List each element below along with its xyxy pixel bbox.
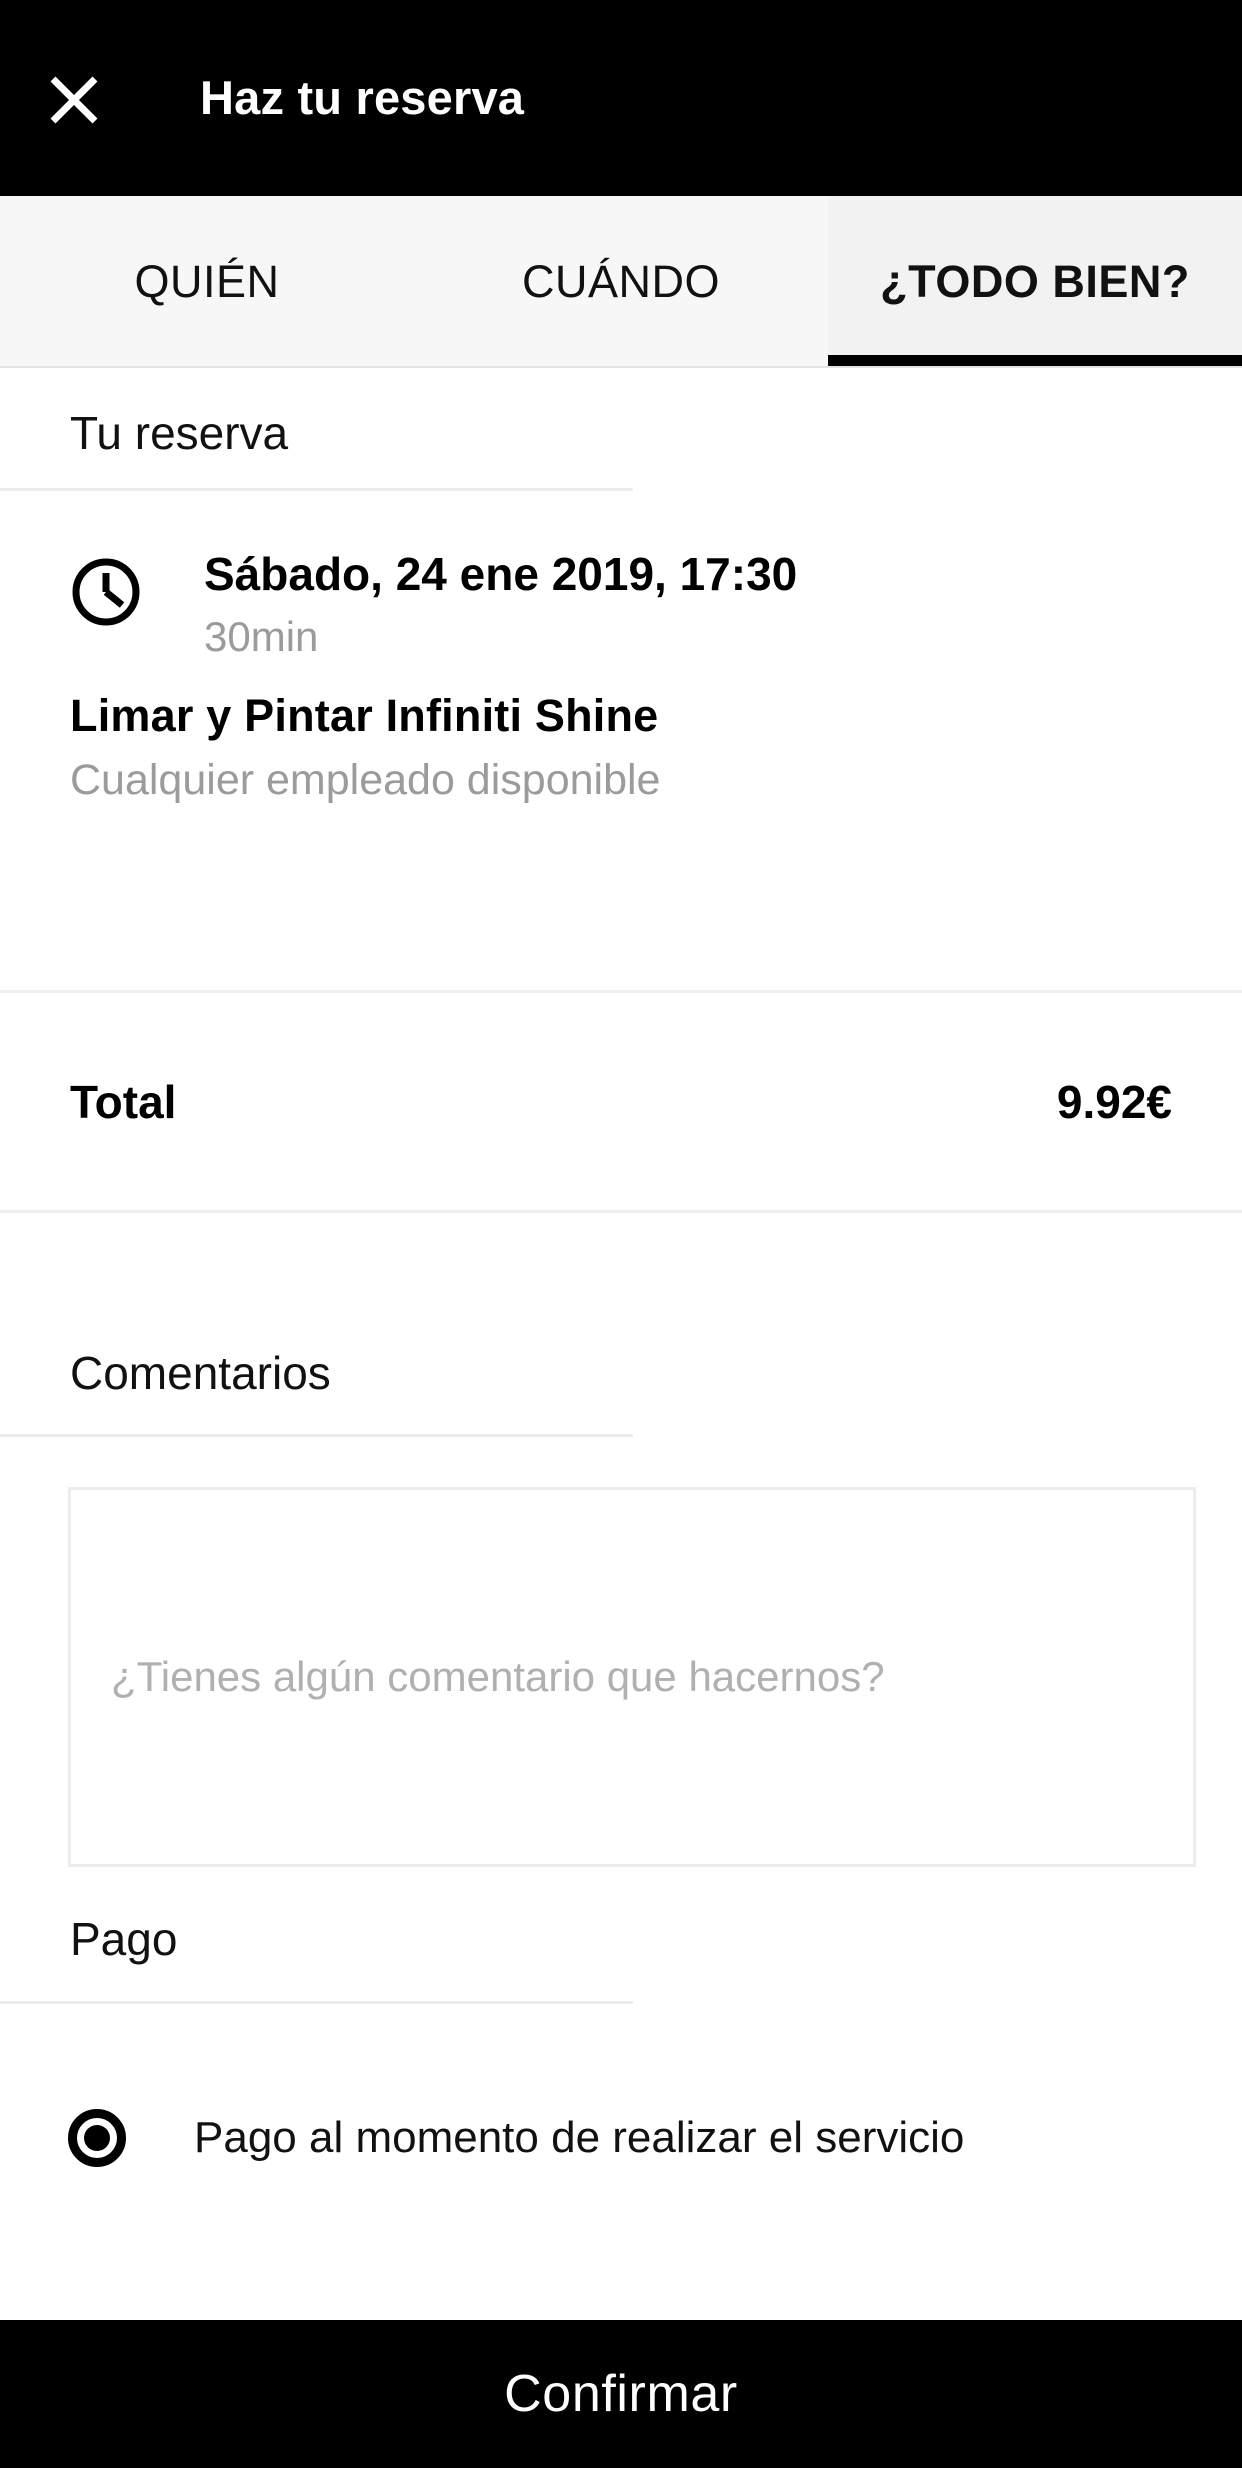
booking-time-row: Sábado, 24 ene 2019, 17:30 30min <box>0 546 1242 664</box>
total-label: Total <box>70 1075 177 1128</box>
booking-confirm-screen: Haz tu reserva QUIÉN CUÁNDO ¿TODO BIEN? … <box>0 0 1242 2468</box>
tu-reserva-divider <box>0 488 633 491</box>
tab-todo-bien[interactable]: ¿TODO BIEN? <box>828 196 1242 368</box>
tab-cuando[interactable]: CUÁNDO <box>414 196 828 368</box>
confirm-button[interactable]: Confirmar <box>0 2320 1242 2468</box>
tu-reserva-header: Tu reserva <box>0 368 1242 472</box>
tab-quien[interactable]: QUIÉN <box>0 196 414 368</box>
comentarios-title: Comentarios <box>70 1347 331 1399</box>
comment-input[interactable]: ¿Tienes algún comentario que hacernos? <box>68 1487 1196 1867</box>
tab-todo-bien-label: ¿TODO BIEN? <box>880 256 1190 307</box>
service-block: Limar y Pintar Infiniti Shine Cualquier … <box>70 688 1170 808</box>
close-icon[interactable] <box>48 74 100 126</box>
app-bar: Haz tu reserva <box>0 0 1242 196</box>
booking-summary-scroll[interactable]: Tu reserva Sábado, 24 ene 2019, 17:30 30… <box>0 368 1242 2320</box>
total-row: Total 9.92€ <box>0 993 1242 1210</box>
service-staff: Cualquier empleado disponible <box>70 756 661 804</box>
comentarios-divider <box>0 1434 633 1437</box>
radio-selected-icon[interactable] <box>68 2109 126 2167</box>
page-title: Haz tu reserva <box>200 71 525 124</box>
booking-datetime: Sábado, 24 ene 2019, 17:30 <box>204 548 798 600</box>
payment-option-on-site[interactable]: Pago al momento de realizar el servicio <box>0 2068 1242 2208</box>
pago-title: Pago <box>70 1913 178 1965</box>
pago-divider <box>0 2001 633 2004</box>
tu-reserva-title: Tu reserva <box>70 407 289 459</box>
payment-option-label: Pago al momento de realizar el servicio <box>194 2113 965 2162</box>
clock-icon <box>70 556 142 628</box>
booking-time-text: Sábado, 24 ene 2019, 17:30 30min <box>204 546 797 664</box>
booking-duration: 30min <box>204 613 319 660</box>
confirm-button-label: Confirmar <box>504 2365 738 2423</box>
service-name: Limar y Pintar Infiniti Shine <box>70 690 659 741</box>
total-value: 9.92€ <box>1056 1075 1172 1128</box>
comentarios-header: Comentarios <box>0 1308 1242 1438</box>
tab-bar: QUIÉN CUÁNDO ¿TODO BIEN? <box>0 196 1242 368</box>
tab-quien-label: QUIÉN <box>134 256 280 307</box>
total-divider-bottom <box>0 1210 1242 1213</box>
comment-placeholder: ¿Tienes algún comentario que hacernos? <box>111 1653 885 1700</box>
pago-header: Pago <box>0 1876 1242 2002</box>
tab-cuando-label: CUÁNDO <box>521 256 720 307</box>
